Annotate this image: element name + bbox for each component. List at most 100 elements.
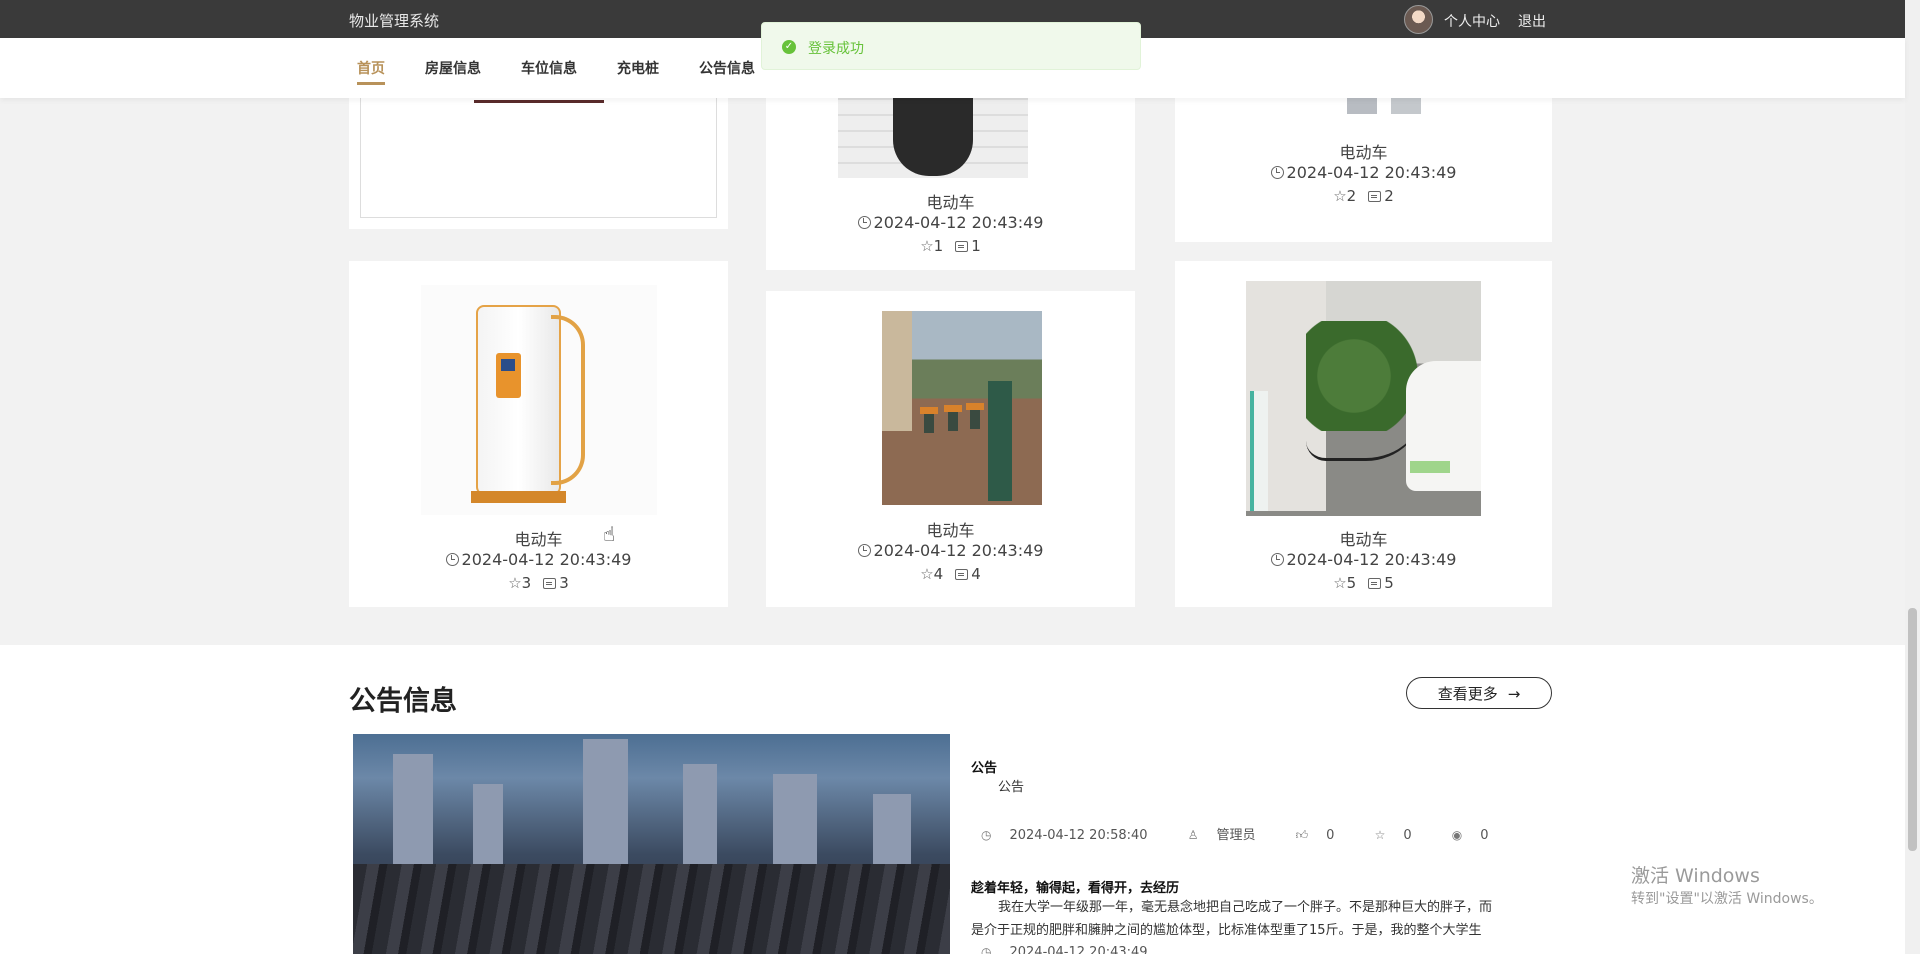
- card-comments: 3: [559, 574, 569, 592]
- charger-device: [1391, 98, 1421, 114]
- card-time: 2024-04-12 20:43:49: [766, 541, 1135, 560]
- card-time: 2024-04-12 20:43:49: [349, 550, 728, 569]
- notice-title-2[interactable]: 趁着年轻，输得起，看得开，去经历: [971, 877, 1179, 896]
- scrollbar-thumb[interactable]: [1908, 608, 1917, 851]
- profile-link[interactable]: 个人中心: [1444, 11, 1500, 31]
- railing-cap: [920, 407, 938, 414]
- activation-watermark-hint: 转到"设置"以激活 Windows。: [1631, 891, 1823, 907]
- wall-charger: [1250, 391, 1268, 511]
- city-rooftops: [353, 864, 950, 954]
- card-likes: 5: [1346, 574, 1357, 592]
- charger-card-partial[interactable]: [349, 98, 728, 229]
- card-time-text: 2024-04-12 20:43:49: [1286, 550, 1457, 569]
- notice-body-2a: 我在大学一年级那一年，毫无悬念地把自己吃成了一个胖子。不是那种巨大的胖子，而: [998, 900, 1493, 915]
- card-comments: 5: [1384, 574, 1394, 592]
- activation-watermark-title: 激活 Windows: [1631, 865, 1760, 887]
- comment-icon[interactable]: [955, 241, 969, 252]
- card-comments: 4: [971, 565, 981, 583]
- star-icon[interactable]: ☆: [1375, 828, 1386, 842]
- success-toast: ✓ 登录成功: [761, 22, 1141, 70]
- section-title: 公告信息: [349, 686, 457, 717]
- comment-icon[interactable]: [1368, 578, 1382, 589]
- card-comments: 1: [971, 237, 981, 255]
- card-name: 电动车: [926, 193, 975, 212]
- star-icon[interactable]: ☆: [920, 565, 933, 583]
- check-circle-icon: ✓: [782, 40, 796, 54]
- notice-meta-1: ◷ 2024-04-12 20:58:40 ♙ 管理员 👍︎ 0 ☆ 0 ◉ 0: [981, 824, 1525, 843]
- electric-car: [1406, 361, 1481, 491]
- card-image-frame: [360, 98, 717, 218]
- card-likes: 1: [933, 237, 944, 255]
- railing-post: [924, 411, 934, 433]
- comment-icon[interactable]: [955, 569, 969, 580]
- charging-pillar: [988, 381, 1012, 501]
- clock-icon: [857, 216, 871, 229]
- nav-notice-info[interactable]: 公告信息: [699, 58, 755, 78]
- card-comments: 2: [1384, 187, 1394, 205]
- card-image[interactable]: [882, 311, 1042, 505]
- charger-card-3[interactable]: 电动车 2024-04-12 20:43:49 ☆3 3: [349, 261, 728, 607]
- thumb-up-icon[interactable]: 👍︎: [1296, 828, 1309, 842]
- card-stats: ☆3 3: [349, 574, 728, 592]
- card-name: 电动车: [1339, 530, 1388, 549]
- card-image[interactable]: [421, 285, 657, 515]
- clock-icon: [857, 544, 871, 557]
- view-more-button[interactable]: 查看更多 →: [1406, 677, 1552, 709]
- arrow-right-icon: →: [1507, 684, 1521, 703]
- comment-icon[interactable]: [1368, 191, 1382, 202]
- star-icon[interactable]: ☆: [1333, 574, 1346, 592]
- card-time-text: 2024-04-12 20:43:49: [873, 541, 1044, 560]
- notice-author: 管理员: [1216, 828, 1256, 843]
- card-likes: 4: [933, 565, 944, 583]
- notice-time: 2024-04-12 20:43:49: [1009, 945, 1148, 954]
- charger-card-4[interactable]: 电动车 2024-04-12 20:43:49 ☆4 4: [766, 291, 1135, 607]
- notice-body-1: 公告: [998, 780, 1025, 795]
- clock-icon: [1270, 553, 1284, 566]
- charger-screen: [496, 353, 521, 398]
- clock-icon: ◷: [981, 828, 992, 842]
- eye-icon: ◉: [1451, 828, 1463, 842]
- clock-icon: ◷: [981, 945, 992, 954]
- charger-card-1[interactable]: 电动车 2024-04-12 20:43:49 ☆1 1: [766, 98, 1135, 270]
- building: [882, 311, 912, 431]
- card-image[interactable]: [1347, 98, 1427, 114]
- card-time-text: 2024-04-12 20:43:49: [461, 550, 632, 569]
- notice-stars: 0: [1403, 828, 1412, 843]
- app-title: 物业管理系统: [349, 12, 440, 30]
- charger-card-5[interactable]: 电动车 2024-04-12 20:43:49 ☆5 5: [1175, 261, 1552, 607]
- card-image[interactable]: [1246, 281, 1481, 516]
- page-scrollbar[interactable]: [1905, 0, 1920, 954]
- hand-cursor-icon: ☝: [603, 522, 616, 546]
- avatar[interactable]: [1404, 5, 1433, 34]
- nav-home[interactable]: 首页: [357, 58, 385, 85]
- logout-link[interactable]: 退出: [1518, 11, 1546, 31]
- railing-post: [970, 407, 980, 429]
- card-likes: 2: [1346, 187, 1357, 205]
- nav-house-info[interactable]: 房屋信息: [425, 58, 481, 78]
- card-stats: ☆2 2: [1175, 187, 1552, 205]
- star-icon[interactable]: ☆: [508, 574, 521, 592]
- notice-section: 公告信息 查看更多 → 公告 公告 ◷ 2024-04-12 20:58:40 ♙ 管…: [0, 645, 1905, 954]
- railing-cap: [944, 405, 962, 412]
- nav-parking-info[interactable]: 车位信息: [521, 58, 577, 78]
- card-time-text: 2024-04-12 20:43:49: [873, 213, 1044, 232]
- notice-title-1[interactable]: 公告: [971, 757, 997, 776]
- nav-charging-pile[interactable]: 充电桩: [617, 58, 659, 78]
- card-time: 2024-04-12 20:43:49: [766, 213, 1135, 232]
- star-icon[interactable]: ☆: [920, 237, 933, 255]
- comment-icon[interactable]: [543, 578, 557, 589]
- clock-icon: [1270, 166, 1284, 179]
- notice-hero-image[interactable]: [353, 734, 950, 954]
- railing-post: [948, 409, 958, 431]
- card-name: 电动车: [926, 521, 975, 540]
- star-icon[interactable]: ☆: [1333, 187, 1346, 205]
- notice-likes: 0: [1326, 828, 1335, 843]
- card-stats: ☆1 1: [766, 237, 1135, 255]
- charger-base: [471, 491, 566, 503]
- notice-views: 0: [1480, 828, 1489, 843]
- user-icon: ♙: [1187, 828, 1199, 842]
- toast-message: 登录成功: [808, 41, 864, 57]
- charger-card-2[interactable]: 电动车 2024-04-12 20:43:49 ☆2 2: [1175, 98, 1552, 242]
- card-image[interactable]: [838, 98, 1028, 178]
- card-name: 电动车: [1339, 143, 1388, 162]
